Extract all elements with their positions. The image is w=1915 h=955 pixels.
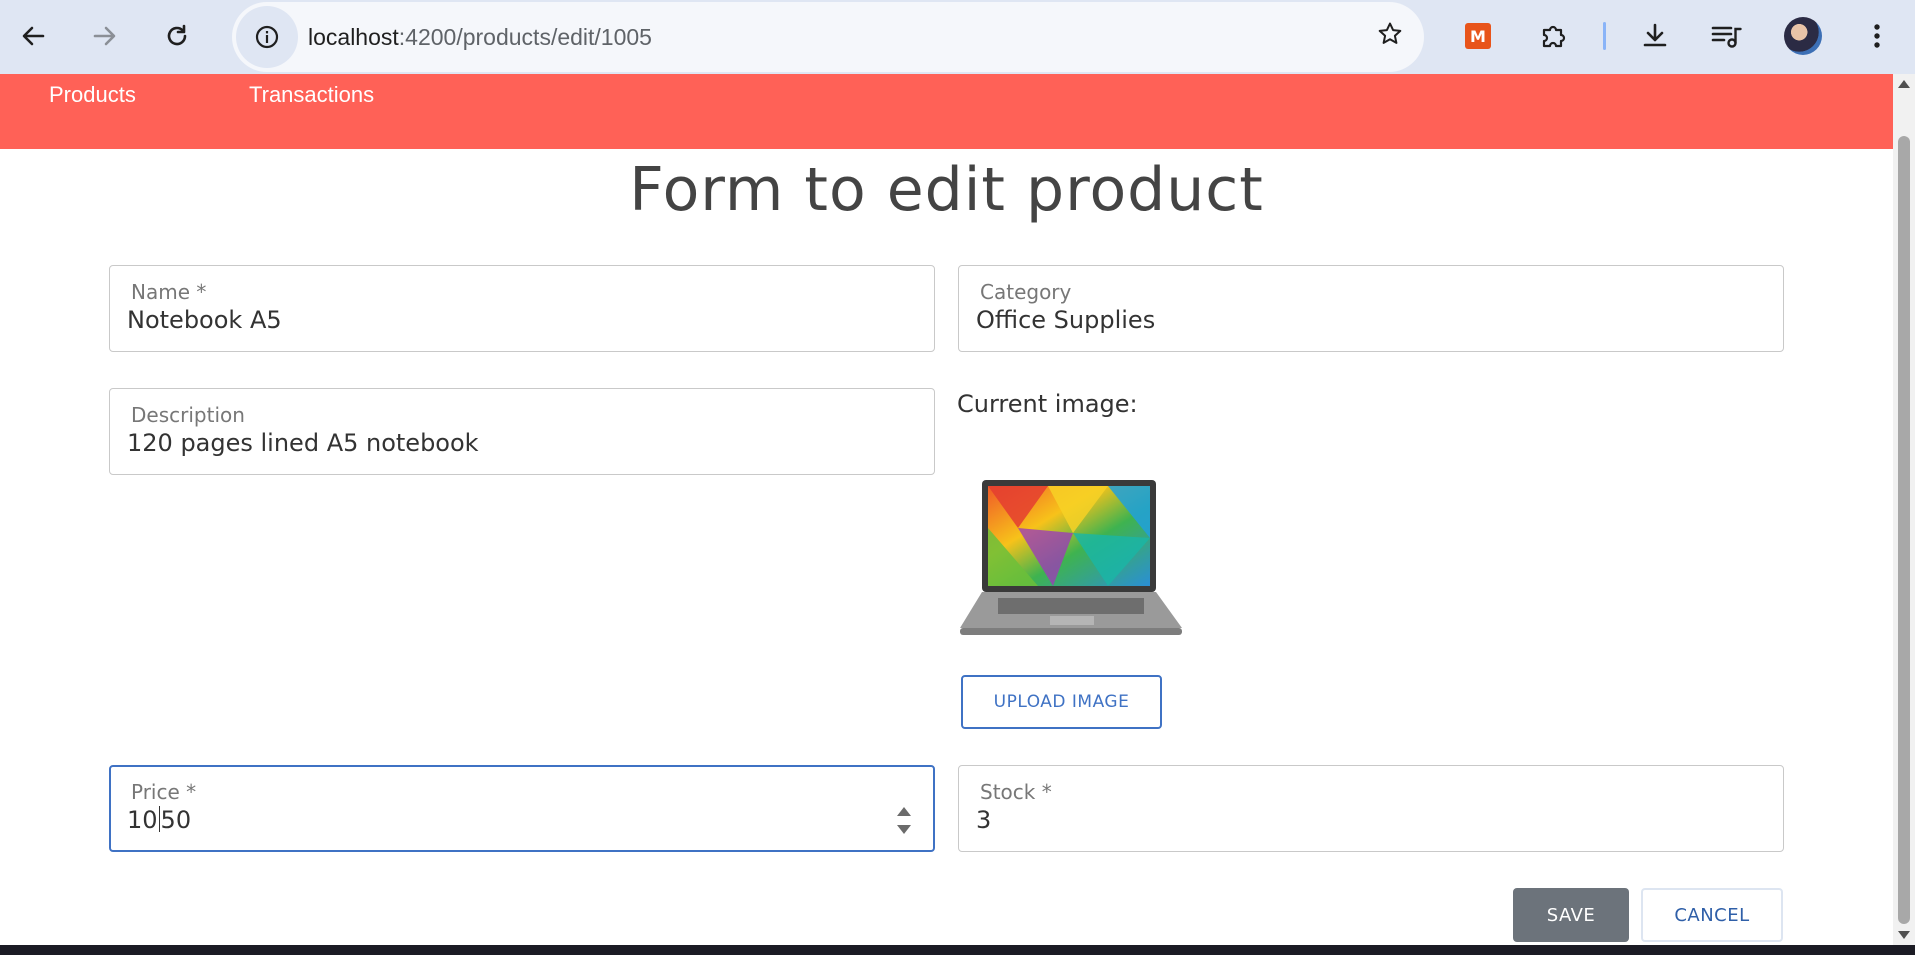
price-field[interactable]: Price * 10 50 [109,765,935,852]
url-host: localhost [308,23,399,50]
url-path: :4200/products/edit/1005 [398,23,652,50]
toolbar-separator [1603,22,1606,50]
upload-image-button[interactable]: UPLOAD IMAGE [961,675,1162,729]
scroll-down-icon[interactable] [1898,931,1910,939]
extensions-puzzle-icon[interactable] [1530,12,1578,60]
category-input[interactable]: Office Supplies [976,306,1155,334]
description-field[interactable]: Description 120 pages lined A5 notebook [109,388,935,475]
stepper-down-icon[interactable] [897,825,911,834]
product-laptop-image [960,480,1182,635]
stepper-up-icon[interactable] [897,807,911,816]
nav-link-products[interactable]: Products [49,82,136,108]
category-label: Category [980,280,1072,304]
download-icon[interactable] [1631,12,1679,60]
stock-field[interactable]: Stock * 3 [958,765,1784,852]
page-title: Form to edit product [629,155,1264,225]
stock-label: Stock * [980,780,1052,804]
site-info-icon[interactable] [236,6,298,68]
scrollbar-thumb[interactable] [1898,136,1910,924]
price-value-part-1: 10 [127,806,158,834]
url-text[interactable]: localhost:4200/products/edit/1005 [308,24,652,51]
category-field[interactable]: Category Office Supplies [958,265,1784,352]
app-header: Products Transactions [0,74,1893,149]
avatar [1784,17,1822,55]
reload-icon[interactable] [153,12,201,60]
profile-avatar-icon[interactable] [1779,12,1827,60]
extension-m-badge: M [1465,23,1491,49]
price-stepper[interactable] [897,805,911,839]
name-input[interactable]: Notebook A5 [127,306,282,334]
cancel-button[interactable]: CANCEL [1641,888,1783,942]
more-menu-icon[interactable] [1853,12,1901,60]
price-input[interactable]: 10 50 [127,806,191,834]
stock-input[interactable]: 3 [976,806,991,834]
scroll-up-icon[interactable] [1898,80,1910,88]
bookmark-star-icon[interactable] [1376,20,1404,52]
description-label: Description [131,403,245,427]
vertical-scrollbar[interactable] [1893,74,1915,945]
text-cursor [158,806,160,832]
address-bar[interactable]: localhost:4200/products/edit/1005 [232,2,1424,72]
price-label: Price * [131,780,197,804]
name-label: Name * [131,280,207,304]
media-playlist-icon[interactable] [1703,12,1751,60]
extension-m-icon[interactable]: M [1454,12,1502,60]
description-input[interactable]: 120 pages lined A5 notebook [127,429,479,457]
back-icon[interactable] [9,12,57,60]
current-image-label: Current image: [957,390,1138,418]
taskbar-edge [0,945,1915,955]
browser-toolbar: localhost:4200/products/edit/1005 M [0,0,1915,74]
nav-link-transactions[interactable]: Transactions [249,82,374,108]
forward-icon[interactable] [81,12,129,60]
name-field[interactable]: Name * Notebook A5 [109,265,935,352]
save-button[interactable]: SAVE [1513,888,1629,942]
price-value-part-2: 50 [160,806,192,834]
